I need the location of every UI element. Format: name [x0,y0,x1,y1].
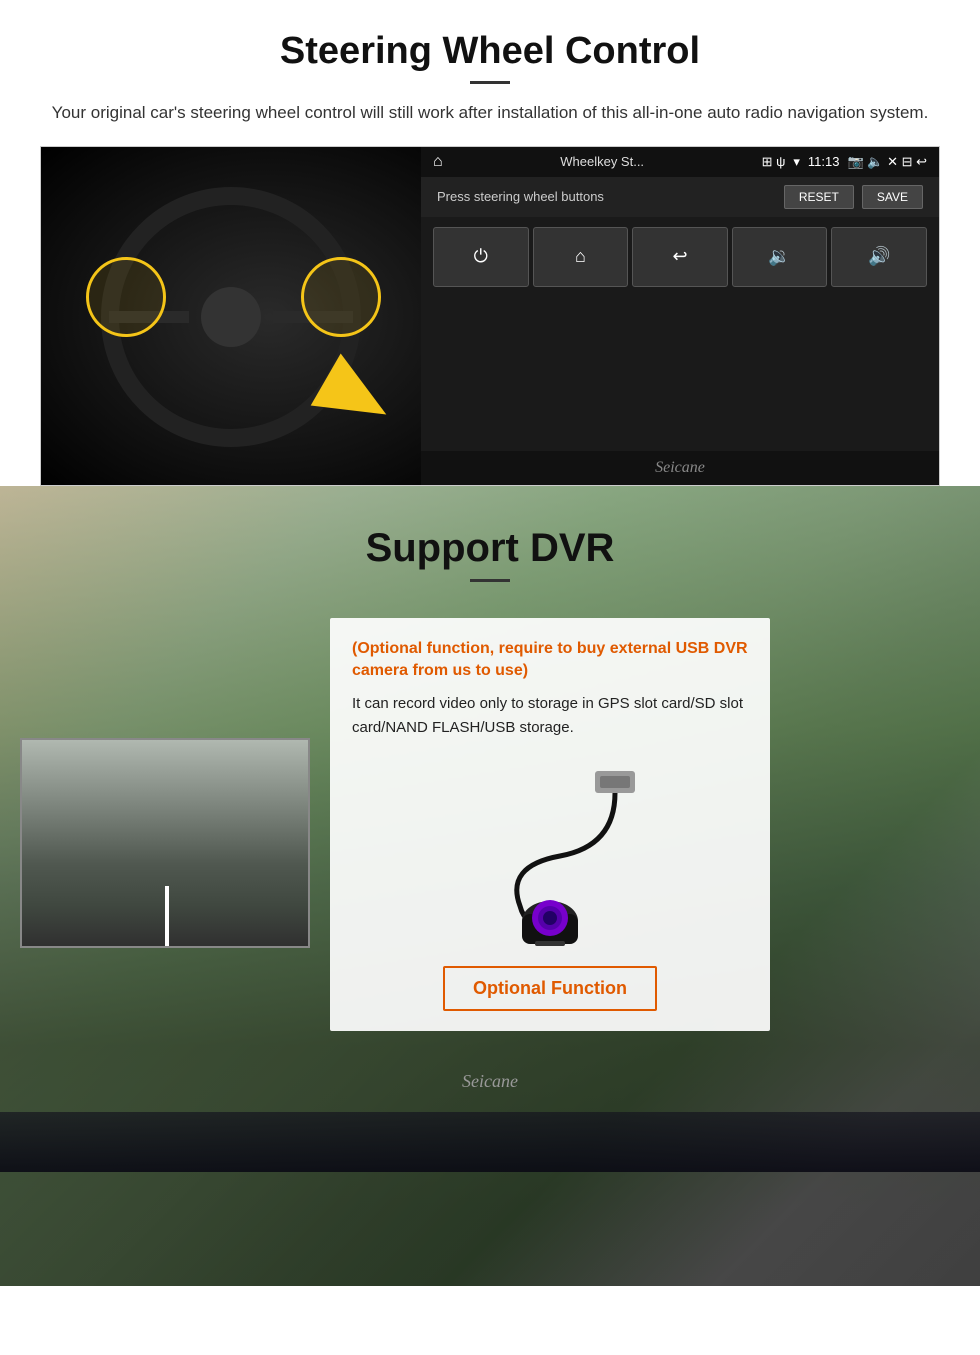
steering-wheel-section: Steering Wheel Control Your original car… [0,0,980,486]
signal-icon: ▾ [793,154,800,170]
arrow-shape [311,353,402,440]
optional-function-badge: Optional Function [443,966,657,1011]
dashboard-strip [0,1112,980,1172]
reset-button[interactable]: RESET [784,185,854,209]
topbar-extra-icons: ⊞ ψ [762,154,786,170]
steering-watermark: Seicane [421,451,939,485]
steering-ui-panel: ⌂ Wheelkey St... ⊞ ψ ▾ 11:13 📷 🔈 ✕ ⊟ ↩ P… [421,147,939,485]
dvr-description: It can record video only to storage in G… [352,692,748,740]
title-divider [470,81,510,84]
dvr-camera-image [352,756,748,956]
dvr-content-area: (Optional function, require to buy exter… [0,598,980,1032]
road-center-line [165,886,169,946]
dvr-optional-note: (Optional function, require to buy exter… [352,638,748,683]
camera-visual [440,766,660,946]
home-icon: ⌂ [433,153,443,171]
steering-subtitle: Your original car's steering wheel contr… [40,100,940,126]
steering-image-area: ⌂ Wheelkey St... ⊞ ψ ▾ 11:13 📷 🔈 ✕ ⊟ ↩ P… [40,146,940,486]
steering-wheel-photo [41,147,421,486]
save-button[interactable]: SAVE [862,185,923,209]
dvr-watermark: Seicane [0,1051,980,1112]
instruction-text: Press steering wheel buttons [437,189,604,204]
ui-button-group: RESET SAVE [784,185,923,209]
ui-instruction-bar: Press steering wheel buttons RESET SAVE [421,177,939,217]
camera-mount [535,941,565,946]
wheel-center [201,287,261,347]
ui-app-title: Wheelkey St... [451,154,754,169]
control-vol-down[interactable]: 🔉 [732,227,828,287]
dvr-info-panel: (Optional function, require to buy exter… [330,618,770,1032]
dvr-title-divider [470,579,510,582]
dvr-header: Support DVR [0,486,980,598]
control-power[interactable]: ⏻ [433,227,529,287]
circle-highlight-right [301,257,381,337]
dvr-title: Support DVR [0,526,980,571]
steering-title: Steering Wheel Control [40,30,940,73]
ui-time: 11:13 [808,154,840,169]
ui-controls-grid: ⏻ ⌂ ↩ 🔉 🔊 [421,217,939,451]
topbar-right-icons: 📷 🔈 ✕ ⊟ ↩ [848,154,928,170]
dvr-camera-feed-thumbnail [20,738,310,948]
control-vol-up[interactable]: 🔊 [831,227,927,287]
steering-wheel-bg [41,147,421,486]
camera-lens-inner [543,911,557,925]
arrow-overlay [321,367,401,427]
ui-topbar: ⌂ Wheelkey St... ⊞ ψ ▾ 11:13 📷 🔈 ✕ ⊟ ↩ [421,147,939,177]
dvr-section: Support DVR (Optional function, require … [0,486,980,1286]
camera-svg [440,766,660,946]
control-back[interactable]: ↩ [632,227,728,287]
usb-inner [600,776,630,788]
dvr-thumbnail-inner [22,740,308,946]
control-home[interactable]: ⌂ [533,227,629,287]
circle-highlight-left [86,257,166,337]
